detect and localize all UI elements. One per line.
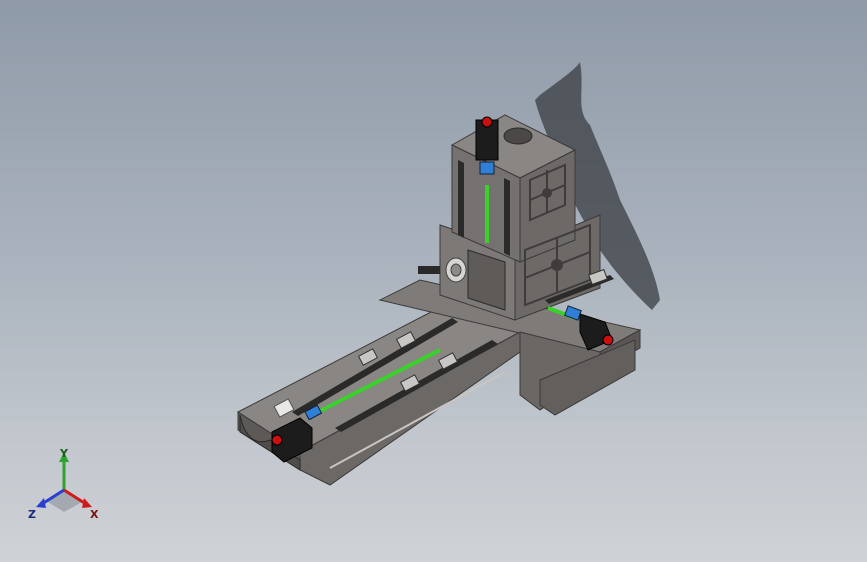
motor-y-stop-button[interactable] (602, 334, 614, 346)
motor-x-stop-button[interactable] (271, 434, 283, 446)
view-orientation-triad[interactable]: Y X Z (22, 446, 112, 526)
triad-x-label: X (90, 508, 99, 521)
coupling-z (479, 161, 495, 175)
left-ledge-carriage (418, 266, 440, 274)
triad-x-arrow (82, 498, 92, 508)
cnc-machine-model[interactable] (0, 0, 867, 562)
triad-base (48, 490, 82, 512)
3d-viewport[interactable]: Y X Z (0, 0, 867, 562)
linear-rail-z-right[interactable] (504, 178, 510, 256)
column-rib-hub-lower (551, 259, 563, 271)
column-rib-hub-upper (542, 188, 552, 198)
linear-rail-z-left[interactable] (458, 160, 464, 238)
spindle-nose-bore (450, 263, 462, 277)
triad-y-label: Y (59, 447, 69, 460)
motor-z-stop-button[interactable] (481, 116, 493, 128)
triad-z-arrow (36, 498, 46, 508)
triad-z-label: Z (28, 508, 36, 521)
column-top-bore (503, 127, 533, 145)
